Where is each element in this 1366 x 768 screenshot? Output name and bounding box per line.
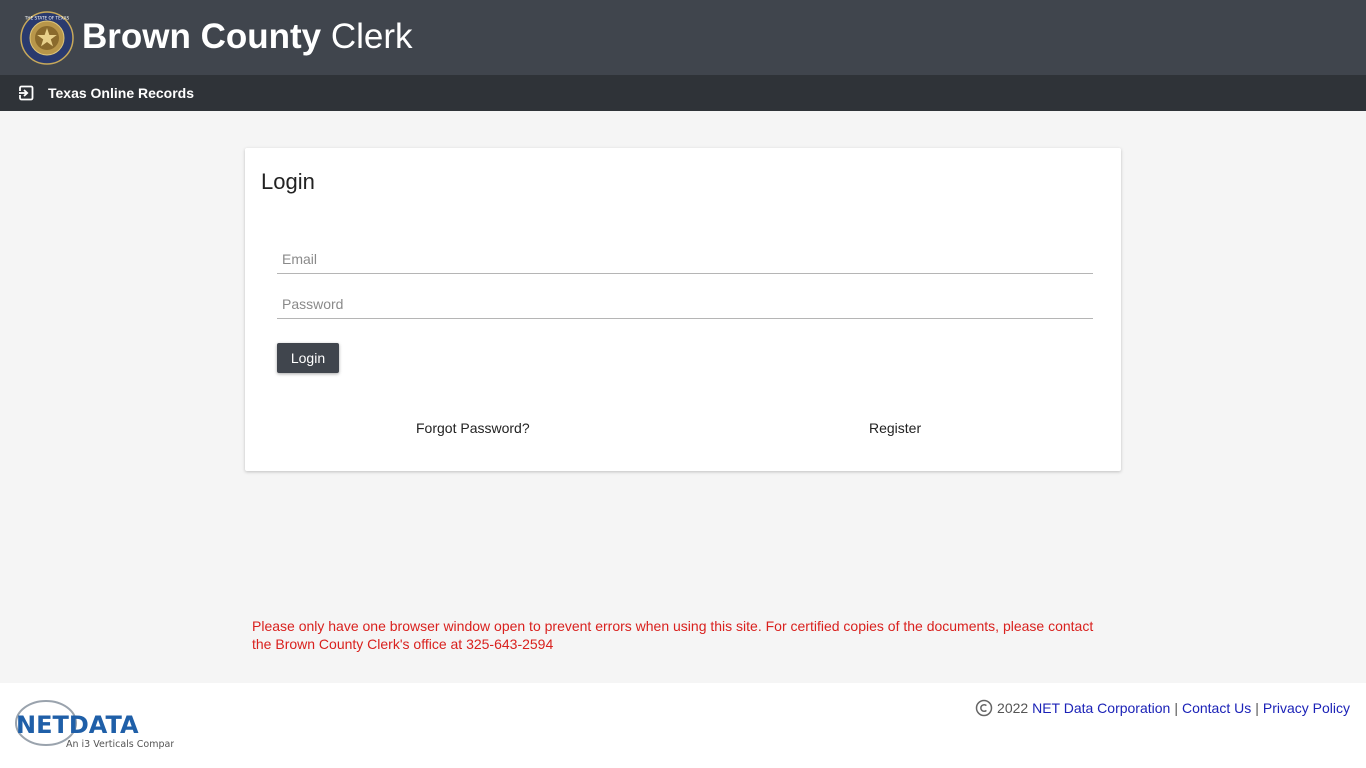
browser-notice: Please only have one browser window open… [252,618,1094,652]
title-bold: Brown County [82,17,322,56]
svg-text:An i3 Verticals Company: An i3 Verticals Company [66,739,174,750]
texas-state-seal-icon: THE STATE OF TEXAS [20,11,74,65]
page-title: Brown County Clerk [82,17,413,57]
privacy-policy-link[interactable]: Privacy Policy [1263,700,1350,716]
password-field[interactable] [277,289,1093,319]
nav-item-label: Texas Online Records [48,85,195,101]
nav-texas-online-records[interactable]: Texas Online Records [0,75,206,111]
copyright-year: 2022 [997,700,1029,716]
separator: | [1174,700,1178,716]
login-title: Login [261,169,315,194]
separator: | [1255,700,1259,716]
title-light: Clerk [330,17,413,56]
sub-navigation: Texas Online Records [0,75,1366,111]
svg-text:NETDATA: NETDATA [16,711,139,739]
site-header: THE STATE OF TEXAS Brown County Clerk [0,0,1366,75]
register-link[interactable]: Register [869,420,921,436]
contact-us-link[interactable]: Contact Us [1182,700,1251,716]
copyright-icon [975,699,993,717]
login-button[interactable]: Login [277,343,339,373]
login-arrow-icon [18,85,34,101]
site-footer: NETDATA An i3 Verticals Company 2022 NET… [0,683,1366,768]
netdata-logo[interactable]: NETDATA An i3 Verticals Company [14,697,174,753]
footer-links: 2022 NET Data Corporation | Contact Us | Pri… [975,699,1350,717]
forgot-password-link[interactable]: Forgot Password? [416,420,530,436]
email-field[interactable] [277,244,1093,274]
svg-text:THE STATE OF TEXAS: THE STATE OF TEXAS [24,16,70,21]
net-data-corporation-link[interactable]: NET Data Corporation [1032,700,1170,716]
